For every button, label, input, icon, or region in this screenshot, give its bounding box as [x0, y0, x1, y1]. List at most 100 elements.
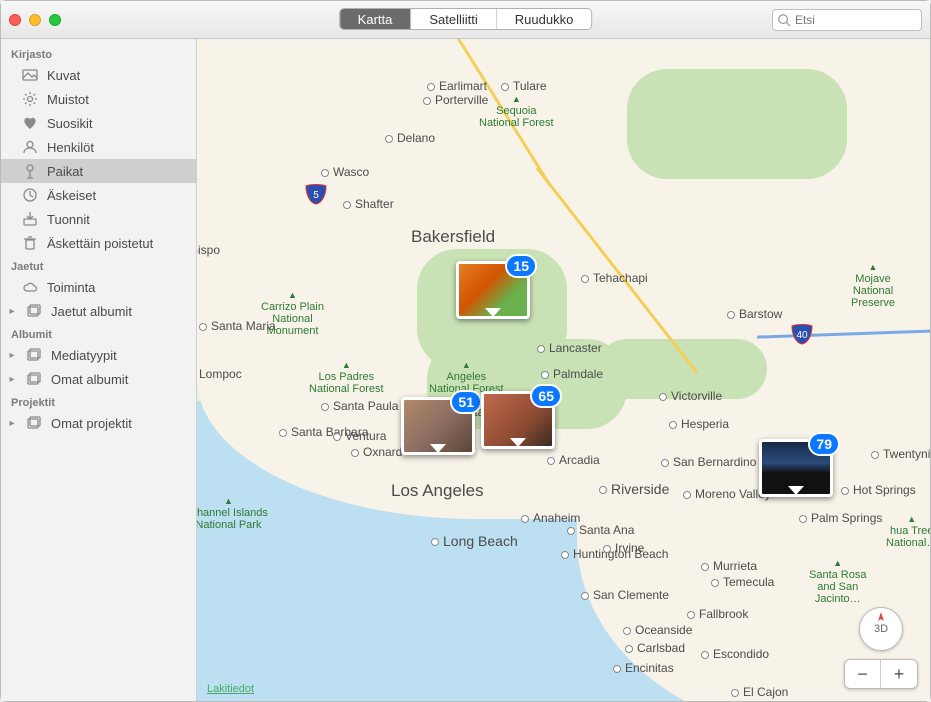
zoom-in-button[interactable]: +	[881, 660, 917, 688]
city-label: Wasco	[321, 165, 369, 179]
sidebar-item-omat-projektit[interactable]: ▸ Omat projektit	[1, 411, 196, 435]
sidebar-item-label: Muistot	[47, 92, 89, 107]
people-icon	[21, 139, 39, 155]
park-label: Mojave National Preserve	[851, 263, 895, 309]
city-label: Twentynine	[871, 447, 930, 461]
city-label: Palm Springs	[799, 511, 882, 525]
sidebar-item-suosikit[interactable]: Suosikit	[1, 111, 196, 135]
city-label: Victorville	[659, 389, 722, 403]
zoom-controls: − +	[844, 659, 918, 689]
heart-icon	[21, 115, 39, 131]
sidebar-item-label: Tuonnit	[47, 212, 90, 227]
close-icon[interactable]	[9, 14, 21, 26]
view-mode-ruudukko[interactable]: Ruudukko	[497, 9, 592, 29]
sidebar-item-jaetut-albumit[interactable]: ▸ Jaetut albumit	[1, 299, 196, 323]
albums-icon	[25, 303, 43, 319]
city-label: Lompoc	[197, 367, 242, 381]
disclosure-triangle-icon[interactable]: ▸	[7, 418, 17, 429]
view-mode-kartta[interactable]: Kartta	[340, 9, 412, 29]
sidebar-item-toiminta[interactable]: Toiminta	[1, 275, 196, 299]
city-label: Oxnard	[351, 445, 402, 459]
city-label: Carlsbad	[625, 641, 685, 655]
photo-cluster-pin[interactable]: 79	[759, 439, 833, 497]
park-label: hua Tree National…	[886, 515, 930, 549]
photo-count-badge: 65	[530, 384, 562, 408]
view-mode-segment: KarttaSatelliittiRuudukko	[339, 8, 593, 30]
photo-cluster-pin[interactable]: 15	[456, 261, 530, 319]
svg-text:40: 40	[796, 330, 808, 341]
photo-count-badge: 51	[450, 390, 482, 414]
sidebar-item-tuonnit[interactable]: Tuonnit	[1, 207, 196, 231]
sidebar-item-henkil-t[interactable]: Henkilöt	[1, 135, 196, 159]
sidebar-item-label: Suosikit	[47, 116, 93, 131]
city-label: Bispo	[197, 243, 220, 257]
sidebar-item-paikat[interactable]: Paikat	[1, 159, 196, 183]
park-label: Sequoia National Forest	[479, 95, 554, 129]
sidebar-item-kuvat[interactable]: Kuvat	[1, 63, 196, 87]
sidebar-item-label: Omat albumit	[51, 372, 128, 387]
sidebar: KirjastoKuvatMuistotSuosikitHenkilötPaik…	[1, 39, 197, 701]
sidebar-item--skeiset[interactable]: Äskeiset	[1, 183, 196, 207]
sidebar-item-label: Omat projektit	[51, 416, 132, 431]
city-label: Murrieta	[701, 559, 757, 573]
sidebar-item-mediatyypit[interactable]: ▸ Mediatyypit	[1, 343, 196, 367]
disclosure-triangle-icon[interactable]: ▸	[7, 350, 17, 361]
albums-icon	[25, 371, 43, 387]
search-icon	[777, 12, 791, 28]
sidebar-item-label: Jaetut albumit	[51, 304, 132, 319]
albums-icon	[25, 347, 43, 363]
city-label: Temecula	[711, 575, 774, 589]
photo-count-badge: 15	[505, 254, 537, 278]
cloud-icon	[21, 279, 39, 295]
city-label-big: Bakersfield	[411, 227, 495, 247]
map-controls: 3D − +	[844, 607, 918, 689]
sidebar-section-title: Jaetut	[1, 255, 196, 275]
sidebar-item-muistot[interactable]: Muistot	[1, 87, 196, 111]
city-label: Palmdale	[541, 367, 603, 381]
svg-text:5: 5	[313, 190, 319, 201]
sidebar-item--skett-in-poistetut[interactable]: Äskettäin poistetut	[1, 231, 196, 255]
city-label: Tehachapi	[581, 271, 648, 285]
view-mode-satelliitti[interactable]: Satelliitti	[411, 9, 496, 29]
maximize-icon[interactable]	[49, 14, 61, 26]
map-view[interactable]: Lakitiedot 3D − + BakersfieldLos Angeles…	[197, 39, 930, 701]
park-label: Santa Rosa and San Jacinto…	[809, 559, 866, 605]
clock-icon	[21, 187, 39, 203]
city-label: Tulare	[501, 79, 547, 93]
window-controls	[9, 14, 61, 26]
highway-shield-icon: 5	[305, 183, 327, 205]
park-label: Carrizo Plain National Monument	[261, 291, 324, 337]
park-label: Los Padres National Forest	[309, 361, 384, 395]
sidebar-item-label: Kuvat	[47, 68, 80, 83]
import-icon	[21, 211, 39, 227]
memories-icon	[21, 91, 39, 107]
disclosure-triangle-icon[interactable]: ▸	[7, 374, 17, 385]
compass-3d-button[interactable]: 3D	[859, 607, 903, 651]
city-label: Oceanside	[623, 623, 692, 637]
city-label: Arcadia	[547, 453, 600, 467]
city-label: Ventura	[333, 429, 386, 443]
albums-icon	[25, 415, 43, 431]
legal-link[interactable]: Lakitiedot	[207, 683, 254, 695]
zoom-out-button[interactable]: −	[845, 660, 881, 688]
city-label: San Clemente	[581, 588, 669, 602]
disclosure-triangle-icon[interactable]: ▸	[7, 306, 17, 317]
city-label: Lancaster	[537, 341, 602, 355]
city-label-mid: Long Beach	[431, 533, 518, 549]
city-label: San Bernardino	[661, 455, 756, 469]
city-label: El Cajon	[731, 685, 788, 699]
search-input[interactable]	[795, 13, 917, 27]
minimize-icon[interactable]	[29, 14, 41, 26]
city-label: Encinitas	[613, 661, 674, 675]
photo-cluster-pin[interactable]: 51	[401, 397, 475, 455]
photo-cluster-pin[interactable]: 65	[481, 391, 555, 449]
city-label: Earlimart	[427, 79, 487, 93]
sidebar-item-label: Mediatyypit	[51, 348, 117, 363]
city-label-mid: Riverside	[599, 481, 669, 497]
sidebar-section-title: Albumit	[1, 323, 196, 343]
city-label: Fallbrook	[687, 607, 748, 621]
search-field[interactable]	[772, 9, 922, 31]
titlebar: KarttaSatelliittiRuudukko	[1, 1, 930, 39]
sidebar-item-omat-albumit[interactable]: ▸ Omat albumit	[1, 367, 196, 391]
city-label: Escondido	[701, 647, 769, 661]
